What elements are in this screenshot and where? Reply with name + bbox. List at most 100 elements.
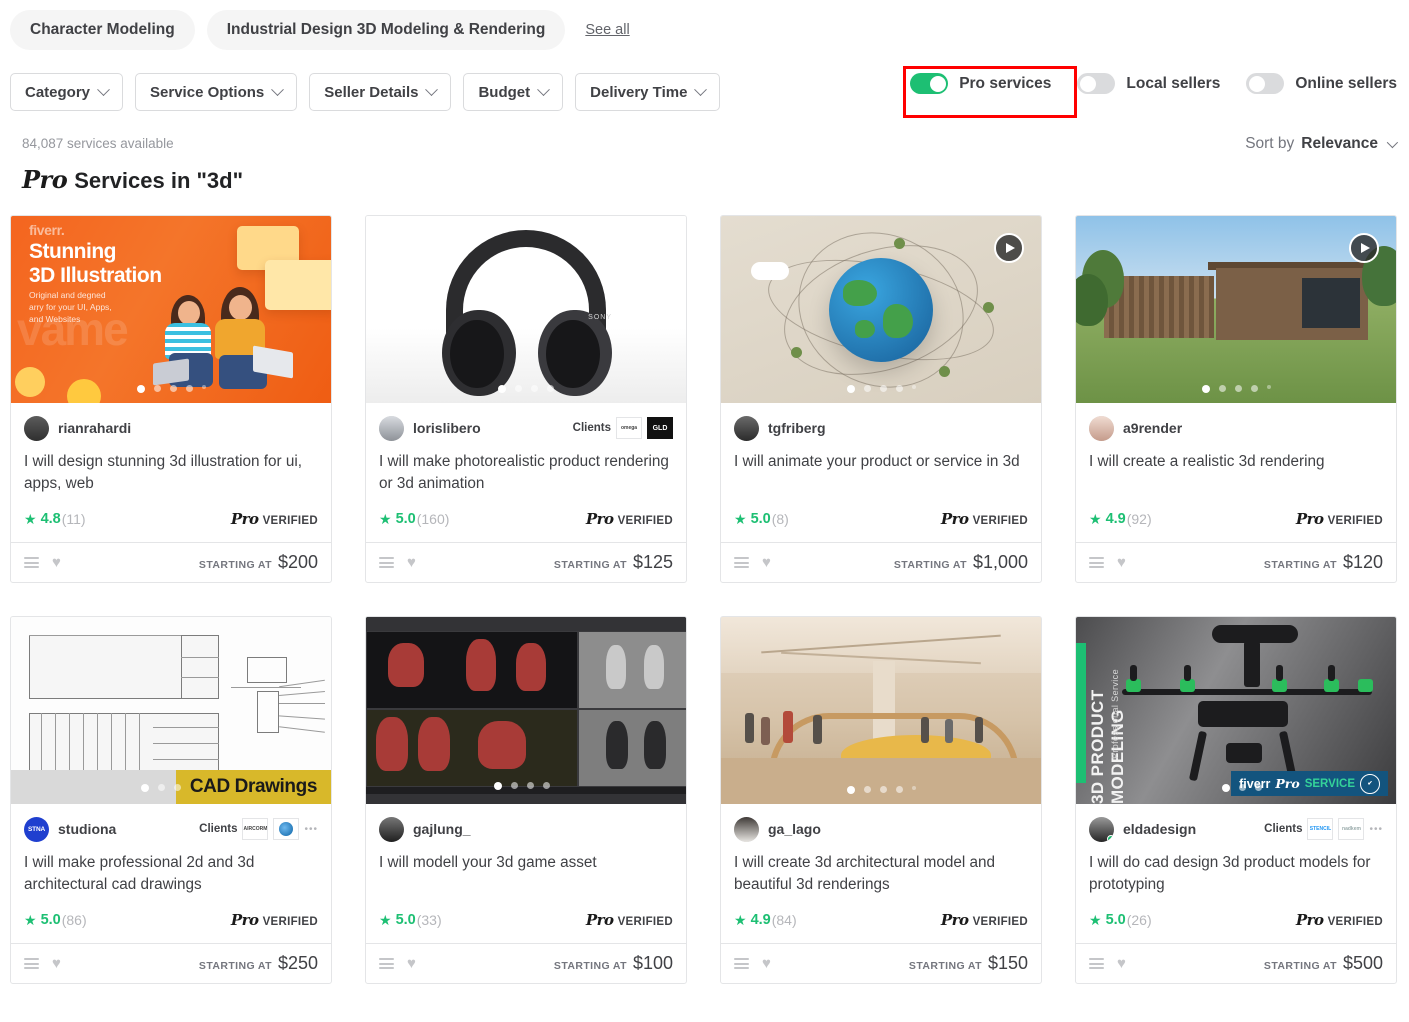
seller-name[interactable]: gajlung_ — [413, 821, 471, 837]
heart-icon[interactable]: ♥ — [52, 555, 61, 570]
carousel-dots[interactable] — [1076, 385, 1396, 393]
pro-verified-badge: Pro VERIFIED — [231, 911, 318, 929]
heart-icon[interactable]: ♥ — [52, 956, 61, 971]
card-thumbnail[interactable]: SONY — [366, 216, 686, 403]
service-title[interactable]: I will modell your 3d game asset — [379, 852, 673, 896]
carousel-dots[interactable] — [366, 782, 686, 790]
list-icon[interactable] — [379, 958, 394, 969]
heart-icon[interactable]: ♥ — [762, 555, 771, 570]
seller-name[interactable]: eldadesign — [1123, 821, 1196, 837]
list-icon[interactable] — [1089, 958, 1104, 969]
local-sellers-switch[interactable] — [1077, 73, 1116, 94]
price-block: STARTING AT $1,000 — [894, 552, 1028, 573]
price-label: STARTING AT — [893, 559, 967, 571]
service-title[interactable]: I will make professional 2d and 3d archi… — [24, 852, 318, 896]
list-icon[interactable] — [1089, 557, 1104, 568]
filter-delivery-time-label: Delivery Time — [590, 83, 688, 101]
price-value: $500 — [1342, 953, 1383, 973]
play-icon[interactable] — [1349, 233, 1379, 263]
carousel-dots[interactable] — [366, 385, 686, 393]
filter-budget[interactable]: Budget — [463, 73, 564, 111]
see-all-link[interactable]: See all — [585, 22, 629, 38]
list-icon[interactable] — [734, 557, 749, 568]
avatar[interactable] — [1089, 816, 1114, 842]
avatar[interactable] — [734, 816, 759, 842]
carousel-dots[interactable] — [11, 385, 331, 393]
chevron-down-icon — [694, 82, 708, 96]
filter-seller-details[interactable]: Seller Details — [309, 73, 452, 111]
seller-name[interactable]: ga_lago — [768, 821, 821, 837]
star-icon: ★ — [1089, 912, 1102, 928]
heart-icon[interactable]: ♥ — [407, 956, 416, 971]
tag-character-modeling[interactable]: Character Modeling — [10, 10, 195, 50]
card-thumbnail[interactable] — [721, 216, 1041, 403]
avatar[interactable] — [1089, 415, 1114, 441]
card-body: tgfriberg I will animate your product or… — [721, 403, 1041, 542]
card-thumbnail[interactable] — [366, 617, 686, 804]
client-logo: nadkem — [1338, 818, 1365, 840]
seller-row: tgfriberg — [734, 414, 1028, 442]
service-card[interactable]: 3D PRODUCT MODELING Professional Service — [1075, 616, 1397, 984]
seller-name[interactable]: lorislibero — [413, 420, 481, 436]
online-sellers-switch[interactable] — [1246, 73, 1285, 94]
service-card[interactable]: SONY lorislibero Clients omega GLD I wil… — [365, 215, 687, 583]
seller-name[interactable]: studiona — [58, 821, 116, 837]
list-icon[interactable] — [379, 557, 394, 568]
toggle-pro-services[interactable]: Pro services — [910, 73, 1051, 94]
client-logo: STENCIL — [1307, 818, 1334, 840]
rating-row: ★ 4.8 (11) Pro VERIFIED — [24, 508, 318, 530]
heart-icon[interactable]: ♥ — [762, 956, 771, 971]
service-title[interactable]: I will animate your product or service i… — [734, 451, 1028, 495]
avatar[interactable] — [379, 415, 404, 441]
card-thumbnail[interactable] — [721, 617, 1041, 804]
service-title[interactable]: I will create a realistic 3d rendering — [1089, 451, 1383, 495]
heart-icon[interactable]: ♥ — [1117, 956, 1126, 971]
list-icon[interactable] — [734, 958, 749, 969]
verified-label: VERIFIED — [1327, 916, 1383, 928]
service-card[interactable]: tgfriberg I will animate your product or… — [720, 215, 1042, 583]
toggle-online-sellers[interactable]: Online sellers — [1246, 73, 1397, 94]
rating-score: 4.9 — [1105, 511, 1126, 527]
service-title[interactable]: I will create 3d architectural model and… — [734, 852, 1028, 896]
avatar[interactable]: STNA — [24, 816, 49, 842]
service-title[interactable]: I will do cad design 3d product models f… — [1089, 852, 1383, 896]
star-icon: ★ — [24, 912, 37, 928]
heart-icon[interactable]: ♥ — [1117, 555, 1126, 570]
avatar[interactable] — [734, 415, 759, 441]
price-label: STARTING AT — [553, 960, 627, 972]
avatar[interactable] — [379, 816, 404, 842]
price-value: $250 — [277, 953, 318, 973]
list-icon[interactable] — [24, 557, 39, 568]
play-icon[interactable] — [994, 233, 1024, 263]
card-thumbnail[interactable]: 3D PRODUCT MODELING Professional Service — [1076, 617, 1396, 804]
service-card[interactable]: gajlung_ I will modell your 3d game asse… — [365, 616, 687, 984]
seller-name[interactable]: rianrahardi — [58, 420, 131, 436]
sort-by-control[interactable]: Sort by Relevance — [1245, 135, 1399, 153]
carousel-dots[interactable] — [1076, 784, 1396, 792]
card-thumbnail[interactable] — [1076, 216, 1396, 403]
avatar[interactable] — [24, 415, 49, 441]
service-card[interactable]: a9render I will create a realistic 3d re… — [1075, 215, 1397, 583]
carousel-dots[interactable] — [721, 385, 1041, 393]
heart-icon[interactable]: ♥ — [407, 555, 416, 570]
service-title[interactable]: I will design stunning 3d illustration f… — [24, 451, 318, 495]
card-thumbnail[interactable]: CAD Drawings — [11, 617, 331, 804]
carousel-dots[interactable] — [721, 786, 1041, 794]
service-card[interactable]: CAD Drawings STNA studiona Clients AIRCO… — [10, 616, 332, 984]
filter-service-options[interactable]: Service Options — [135, 73, 298, 111]
seller-name[interactable]: tgfriberg — [768, 420, 826, 436]
service-card[interactable]: ga_lago I will create 3d architectural m… — [720, 616, 1042, 984]
carousel-dots[interactable] — [11, 784, 331, 792]
rating-count: (92) — [1126, 511, 1152, 527]
card-thumbnail[interactable]: fiverr. Stunning 3D Illustration Original… — [11, 216, 331, 403]
list-icon[interactable] — [24, 958, 39, 969]
filter-delivery-time[interactable]: Delivery Time — [575, 73, 721, 111]
tag-industrial-design[interactable]: Industrial Design 3D Modeling & Renderin… — [206, 10, 566, 50]
toggle-local-sellers[interactable]: Local sellers — [1077, 73, 1220, 94]
service-title[interactable]: I will make photorealistic product rende… — [379, 451, 673, 495]
seller-name[interactable]: a9render — [1123, 420, 1182, 436]
thumb-vertical-title: 3D PRODUCT MODELING — [1088, 689, 1127, 804]
service-card[interactable]: fiverr. Stunning 3D Illustration Original… — [10, 215, 332, 583]
pro-services-switch[interactable] — [910, 73, 949, 94]
filter-category[interactable]: Category — [10, 73, 124, 111]
